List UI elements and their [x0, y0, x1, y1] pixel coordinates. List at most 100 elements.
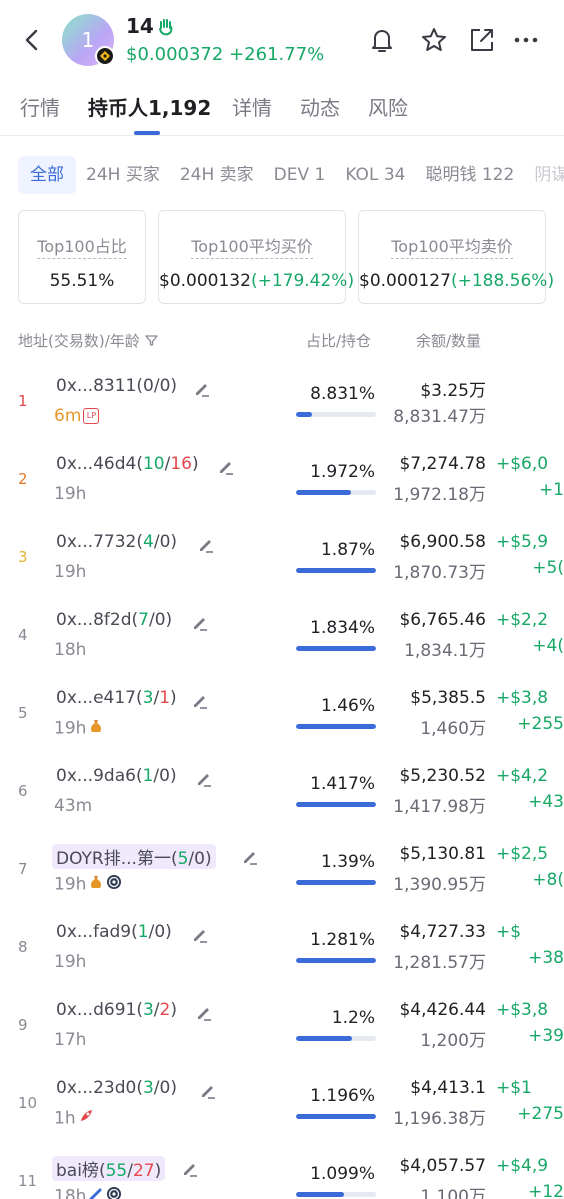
- holder-address[interactable]: 0x...8f2d(7/0): [56, 610, 172, 630]
- edit-pencil-icon[interactable]: [194, 1003, 214, 1023]
- balance-usd: $7,274.78: [399, 454, 486, 474]
- column-address-age[interactable]: 地址(交易数)/年龄: [18, 330, 158, 351]
- sell-count: 0: [159, 532, 171, 552]
- holder-age: 19h: [54, 562, 87, 582]
- table-row[interactable]: 1 0x...8311(0/0) 6m LP 8.831% $3.25万 8,831.47万: [0, 370, 564, 448]
- tab-activity[interactable]: 动态: [300, 92, 340, 121]
- holding-share-bar: [296, 412, 376, 417]
- bell-icon[interactable]: [366, 24, 398, 56]
- holding-percent: 1.972%: [310, 462, 375, 482]
- rocket-icon: [78, 1108, 94, 1129]
- edit-pencil-icon[interactable]: [216, 457, 236, 477]
- table-row[interactable]: 9 0x...d691(3/2) 17h 1.2% $4,426.44 1,200万 +$3…: [0, 994, 564, 1072]
- filter-all[interactable]: 全部: [18, 156, 76, 194]
- holding-share-fill: [296, 1192, 344, 1197]
- column-balance[interactable]: 余额/数量: [416, 330, 481, 351]
- holder-address[interactable]: DOYR排...第一(5/0): [52, 844, 216, 869]
- share-external-icon[interactable]: [466, 24, 498, 56]
- balance-quantity: 1,834.1万: [404, 641, 486, 661]
- star-icon[interactable]: [418, 24, 450, 56]
- stat-top100-avg-sell: Top100平均卖价 $0.000127(+188.56%): [358, 210, 554, 304]
- holder-address[interactable]: 0x...8311(0/0): [56, 376, 177, 396]
- edit-pencil-icon[interactable]: [196, 535, 216, 555]
- holder-address[interactable]: 0x...9da6(1/0): [56, 766, 177, 786]
- filter-funnel-icon[interactable]: [144, 334, 158, 347]
- rank-number: 6: [18, 782, 28, 800]
- tab-risk[interactable]: 风险: [368, 92, 408, 121]
- back-arrow-icon[interactable]: [18, 26, 46, 54]
- buy-count: 1: [137, 922, 149, 942]
- holding-percent: 1.281%: [310, 930, 375, 950]
- holder-address[interactable]: 0x...23d0(3/0): [56, 1078, 177, 1098]
- holding-share-bar: [296, 1192, 376, 1197]
- holder-address[interactable]: bai榜(55/27): [52, 1156, 166, 1181]
- target-icon: [106, 1186, 122, 1199]
- edit-pencil-icon[interactable]: [194, 769, 214, 789]
- table-row[interactable]: 2 0x...46d4(10/16) 19h 1.972% $7,274.78 1,972…: [0, 448, 564, 526]
- tab-details[interactable]: 详情: [232, 92, 272, 121]
- pnl-percent: +12: [528, 1182, 564, 1199]
- pnl-percent: +4(: [532, 636, 564, 656]
- table-row[interactable]: 6 0x...9da6(1/0) 43m 1.417% $5,230.52 1,417.9…: [0, 760, 564, 838]
- balance-quantity: 1,972.18万: [393, 485, 486, 505]
- edit-pencil-icon[interactable]: [192, 379, 212, 399]
- sell-count: 16: [170, 454, 192, 474]
- edit-pencil-icon[interactable]: [180, 1159, 200, 1179]
- price-change: +261.77%: [229, 44, 325, 65]
- edit-pencil-icon[interactable]: [190, 613, 210, 633]
- active-tab-indicator: [134, 131, 160, 135]
- filter-24h-sellers[interactable]: 24H 卖家: [170, 156, 264, 194]
- holder-address[interactable]: 0x...d691(3/2): [56, 1000, 177, 1020]
- holding-share-fill: [296, 724, 376, 729]
- holder-address[interactable]: 0x...46d4(10/16): [56, 454, 199, 474]
- table-row[interactable]: 7 DOYR排...第一(5/0) 19h 1.39% $5,130.81 1,390.9…: [0, 838, 564, 916]
- balance-usd: $6,765.46: [399, 610, 486, 630]
- pnl-percent: +39: [528, 1026, 564, 1046]
- holder-address[interactable]: 0x...e417(3/1): [56, 688, 177, 708]
- lp-tag-icon: LP: [83, 408, 100, 424]
- edit-pencil-icon[interactable]: [198, 1081, 218, 1101]
- filter-24h-buyers[interactable]: 24H 买家: [76, 156, 170, 194]
- table-row[interactable]: 5 0x...e417(3/1) 19h 1.46% $5,385.5 1,460万 +$3…: [0, 682, 564, 760]
- table-row[interactable]: 8 0x...fad9(1/0) 19h 1.281% $4,727.33 1,281.5…: [0, 916, 564, 994]
- holding-share-bar: [296, 646, 376, 651]
- stat-label: Top100平均卖价: [391, 233, 513, 259]
- table-row[interactable]: 11 bai榜(55/27) 18h 1.099% $4,057.57 1,100万 +$4…: [0, 1150, 564, 1199]
- pnl-usd: +$4,9: [496, 1156, 549, 1176]
- holding-percent: 1.39%: [320, 852, 375, 872]
- sell-count: 27: [132, 1161, 155, 1181]
- more-options-icon[interactable]: [510, 24, 542, 56]
- holder-address[interactable]: 0x...fad9(1/0): [56, 922, 172, 942]
- table-row[interactable]: 10 0x...23d0(3/0) 1h 1.196% $4,413.1 1,196.38…: [0, 1072, 564, 1150]
- holding-share-fill: [296, 880, 376, 885]
- filter-kol[interactable]: KOL 34: [335, 156, 415, 194]
- holding-percent: 1.46%: [320, 696, 375, 716]
- filter-smart-money[interactable]: 聪明钱 122: [415, 156, 524, 194]
- stat-label: Top100占比: [37, 233, 127, 259]
- edit-pencil-icon[interactable]: [240, 847, 260, 867]
- money-bag-icon: [88, 718, 104, 739]
- holder-age: 17h: [54, 1030, 87, 1050]
- holder-age: 19h: [54, 484, 87, 504]
- tab-market[interactable]: 行情: [20, 92, 60, 121]
- filter-dev[interactable]: DEV 1: [264, 156, 336, 194]
- edit-pencil-icon[interactable]: [190, 925, 210, 945]
- pnl-percent: +5(: [532, 558, 564, 578]
- stat-value: 55.51%: [49, 271, 115, 291]
- edit-pencil-icon[interactable]: [190, 691, 210, 711]
- holding-share-bar: [296, 724, 376, 729]
- holding-share-bar: [296, 1114, 376, 1119]
- price-line: $0.000372 +261.77%: [126, 44, 324, 65]
- holding-percent: 1.417%: [310, 774, 375, 794]
- balance-usd: $6,900.58: [399, 532, 486, 552]
- holding-share-fill: [296, 412, 312, 417]
- column-share[interactable]: 占比/持仓: [306, 330, 371, 351]
- table-row[interactable]: 3 0x...7732(4/0) 19h 1.87% $6,900.58 1,870.73…: [0, 526, 564, 604]
- holder-age: 6m LP: [54, 406, 100, 426]
- table-row[interactable]: 4 0x...8f2d(7/0) 18h 1.834% $6,765.46 1,834.1…: [0, 604, 564, 682]
- holding-percent: 1.099%: [310, 1164, 375, 1184]
- balance-quantity: 1,870.73万: [393, 563, 486, 583]
- tab-holders[interactable]: 持币人1,192: [88, 92, 211, 121]
- holder-address[interactable]: 0x...7732(4/0): [56, 532, 177, 552]
- filter-conspiracy[interactable]: 阴谋: [524, 156, 564, 194]
